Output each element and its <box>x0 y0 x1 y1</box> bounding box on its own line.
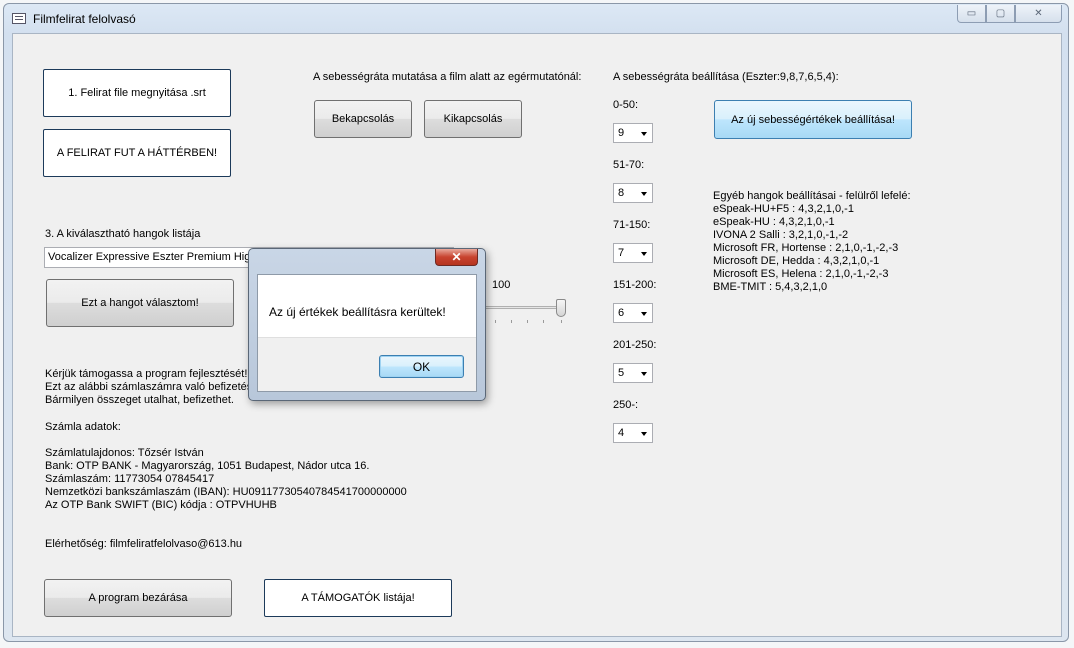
speed-display-label: A sebességráta mutatása a film alatt az … <box>313 71 582 83</box>
slider-tick <box>561 320 562 323</box>
app-icon <box>12 13 26 24</box>
window-controls: ▭ ▢ ✕ <box>957 5 1062 23</box>
range-label-51-70: 51-70: <box>613 159 645 171</box>
close-program-button[interactable]: A program bezárása <box>44 579 232 617</box>
select-value: 7 <box>618 247 625 259</box>
range-label-151-200: 151-200: <box>613 279 657 291</box>
slider-tick <box>543 320 544 323</box>
other-voices-line: Microsoft ES, Helena : 2,1,0,-1,-2,-3 <box>713 268 889 280</box>
other-voices-line: IVONA 2 Salli : 3,2,1,0,-1,-2 <box>713 229 849 241</box>
speed-select-201-250[interactable]: 5 <box>613 363 653 383</box>
account-details: Számlatulajdonos: Tőzsér István Bank: OT… <box>45 447 407 512</box>
select-value: 9 <box>618 127 625 139</box>
select-value: 5 <box>618 367 625 379</box>
dialog-message: Az új értékek beállításra kerültek! <box>269 305 446 319</box>
message-dialog: ✕ Az új értékek beállításra kerültek! OK <box>248 248 486 401</box>
account-line: Bank: OTP BANK - Magyarország, 1051 Buda… <box>45 460 370 472</box>
open-srt-button[interactable]: 1. Felirat file megnyitása .srt <box>43 69 231 117</box>
dialog-close-button[interactable]: ✕ <box>435 249 478 266</box>
chevron-down-icon <box>641 372 647 376</box>
speed-settings-label: A sebességráta beállítása (Eszter:9,8,7,… <box>613 71 839 83</box>
chevron-down-icon <box>641 192 647 196</box>
account-line: Számlaszám: 11773054 07845417 <box>45 473 215 485</box>
select-value: 4 <box>618 427 625 439</box>
voices-list-label: 3. A kiválasztható hangok listája <box>45 228 201 240</box>
chevron-down-icon <box>641 312 647 316</box>
select-value: 8 <box>618 187 625 199</box>
speed-select-0-50[interactable]: 9 <box>613 123 653 143</box>
other-voices-line: Microsoft DE, Hedda : 4,3,2,1,0,-1 <box>713 255 880 267</box>
speed-select-51-70[interactable]: 8 <box>613 183 653 203</box>
slider-tick <box>495 320 496 323</box>
other-voices-line: BME-TMIT : 5,4,3,2,1,0 <box>713 281 828 293</box>
account-line: Számlatulajdonos: Tőzsér István <box>45 447 204 459</box>
account-line: Az OTP Bank SWIFT (BIC) kódja : OTPVHUHB <box>45 499 277 511</box>
chevron-down-icon <box>641 252 647 256</box>
chevron-down-icon <box>641 132 647 136</box>
speed-select-71-150[interactable]: 7 <box>613 243 653 263</box>
apply-speeds-button[interactable]: Az új sebességértékek beállítása! <box>714 100 912 139</box>
select-value: 6 <box>618 307 625 319</box>
close-window-button[interactable]: ✕ <box>1015 5 1062 23</box>
background-run-button[interactable]: A FELIRAT FUT A HÁTTÉRBEN! <box>43 129 231 177</box>
other-voices-info: Egyéb hangok beállításai - felülről lefe… <box>713 190 911 294</box>
speed-select-250-plus[interactable]: 4 <box>613 423 653 443</box>
range-label-0-50: 0-50: <box>613 99 639 111</box>
slider-value-label: 100 <box>492 279 511 291</box>
speed-select-151-200[interactable]: 6 <box>613 303 653 323</box>
supporters-list-button[interactable]: A TÁMOGATÓK listája! <box>264 579 452 617</box>
slider-tick <box>511 320 512 323</box>
speed-slider-thumb[interactable] <box>556 299 566 317</box>
main-window: Filmfelirat felolvasó ▭ ▢ ✕ 1. Felirat f… <box>3 3 1069 642</box>
contact-label: Elérhetőség: filmfeliratfelolvaso@613.hu <box>45 538 243 550</box>
maximize-button[interactable]: ▢ <box>986 5 1015 23</box>
range-label-71-150: 71-150: <box>613 219 651 231</box>
other-voices-line: Egyéb hangok beállításai - felülről lefe… <box>713 190 911 202</box>
dialog-footer: OK <box>258 337 476 391</box>
window-title: Filmfelirat felolvasó <box>33 12 136 26</box>
range-label-201-250: 201-250: <box>613 339 657 351</box>
other-voices-line: eSpeak-HU+F5 : 4,3,2,1,0,-1 <box>713 203 854 215</box>
dialog-body: Az új értékek beállításra kerültek! OK <box>257 274 477 392</box>
other-voices-line: eSpeak-HU : 4,3,2,1,0,-1 <box>713 216 835 228</box>
client-area: 1. Felirat file megnyitása .srt A FELIRA… <box>12 33 1062 637</box>
choose-voice-button[interactable]: Ezt a hangot választom! <box>46 279 234 327</box>
enable-button[interactable]: Bekapcsolás <box>314 100 412 138</box>
chevron-down-icon <box>641 432 647 436</box>
slider-tick <box>527 320 528 323</box>
minimize-button[interactable]: ▭ <box>957 5 986 23</box>
ok-button[interactable]: OK <box>379 355 464 378</box>
account-line: Nemzetközi bankszámlaszám (IBAN): HU0911… <box>45 486 407 498</box>
other-voices-line: Microsoft FR, Hortense : 2,1,0,-1,-2,-3 <box>713 242 899 254</box>
account-heading: Számla adatok: <box>45 421 121 433</box>
range-label-250-plus: 250-: <box>613 399 639 411</box>
title-bar[interactable]: Filmfelirat felolvasó ▭ ▢ ✕ <box>4 4 1068 32</box>
disable-button[interactable]: Kikapcsolás <box>424 100 522 138</box>
